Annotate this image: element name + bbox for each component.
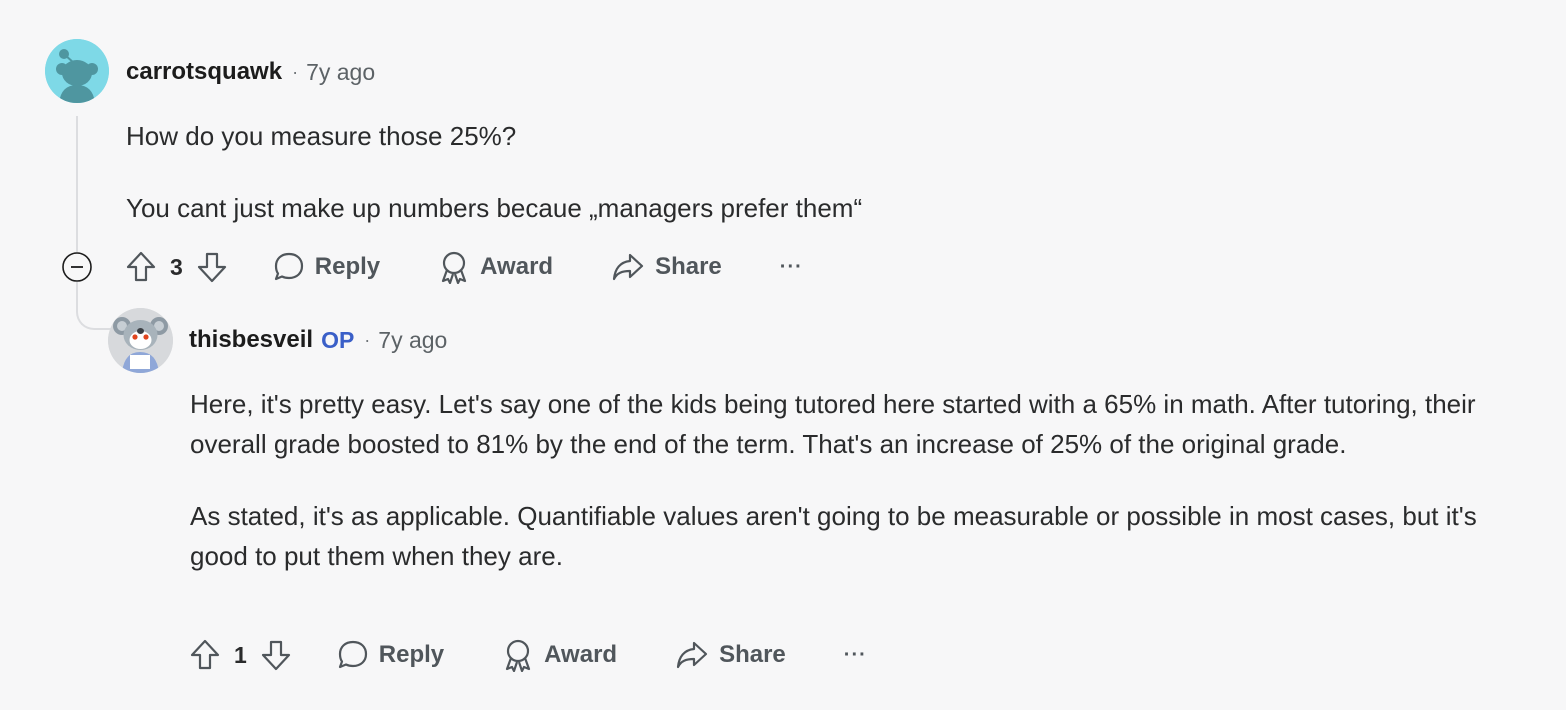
upvote-icon <box>126 251 156 282</box>
timestamp[interactable]: 7y ago <box>306 59 375 86</box>
comment-actions: 1 Reply Award Share ··· <box>188 635 867 675</box>
award-icon <box>506 639 531 672</box>
reply-bubble-icon <box>338 640 367 669</box>
comment-paragraph: Here, it's pretty easy. Let's say one of… <box>190 389 1476 459</box>
separator-dot: · <box>364 329 371 350</box>
reply-button[interactable]: Reply <box>337 639 444 671</box>
op-badge: OP <box>321 326 355 353</box>
thread-connector <box>76 282 112 330</box>
comment-body: How do you measure those 25%? You cant j… <box>126 116 1506 228</box>
downvote-button[interactable] <box>259 638 293 672</box>
share-arrow-icon <box>676 641 708 669</box>
username[interactable]: thisbesveil <box>189 326 313 354</box>
vote-count: 1 <box>234 641 247 668</box>
comment-body: Here, it's pretty easy. Let's say one of… <box>190 384 1510 576</box>
comment-paragraph: How do you measure those 25%? <box>126 121 517 151</box>
reply-label: Reply <box>378 641 445 668</box>
separator-dot: · <box>292 61 299 82</box>
more-options-button[interactable]: ··· <box>780 256 803 279</box>
snoo-avatar-icon <box>45 39 109 103</box>
downvote-icon <box>261 640 290 671</box>
reply-label: Reply <box>314 253 381 280</box>
award-label: Award <box>544 641 618 668</box>
timestamp[interactable]: 7y ago <box>378 327 447 354</box>
upvote-icon <box>190 639 220 670</box>
comment-paragraph: You cant just make up numbers becaue „ma… <box>126 193 863 223</box>
share-button[interactable]: Share <box>611 251 722 283</box>
award-button[interactable]: Award <box>438 250 553 284</box>
comment-header: thisbesveil OP · 7y ago <box>189 324 447 356</box>
collapse-minus-icon[interactable] <box>62 252 92 282</box>
comment-header: carrotsquawk · 7y ago <box>126 56 375 88</box>
avatar[interactable] <box>108 308 173 373</box>
share-button[interactable]: Share <box>675 639 786 671</box>
upvote-button[interactable] <box>124 250 158 284</box>
koala-avatar-icon <box>108 308 173 373</box>
share-arrow-icon <box>612 253 644 281</box>
reply-button[interactable]: Reply <box>273 251 380 283</box>
avatar[interactable] <box>45 39 109 103</box>
award-icon <box>442 251 467 284</box>
comment-paragraph: As stated, it's as applicable. Quantifia… <box>190 501 1477 571</box>
comment-actions: 3 Reply Award Share ··· <box>124 247 803 287</box>
reply-bubble-icon <box>274 252 303 281</box>
award-button[interactable]: Award <box>502 638 617 672</box>
upvote-button[interactable] <box>188 638 222 672</box>
share-label: Share <box>719 641 786 668</box>
downvote-icon <box>197 252 226 283</box>
thread-line <box>76 116 78 252</box>
award-label: Award <box>480 253 554 280</box>
share-label: Share <box>655 253 722 280</box>
more-options-button[interactable]: ··· <box>844 644 867 667</box>
vote-count: 3 <box>170 253 183 280</box>
downvote-button[interactable] <box>195 250 229 284</box>
username[interactable]: carrotsquawk <box>126 58 282 86</box>
